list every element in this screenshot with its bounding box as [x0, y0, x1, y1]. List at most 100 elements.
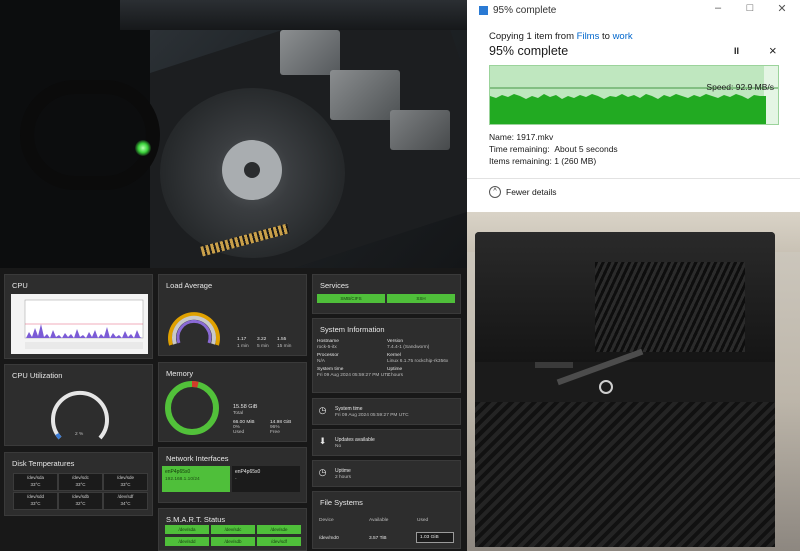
time-remaining-label: Time remaining:	[489, 144, 550, 154]
disk-name: /dev/sdf	[117, 494, 134, 499]
kernel-value: Linux 6.1.75 rockchip-rk356x	[387, 359, 449, 364]
services-card: Services SMB/CIFS SSH	[312, 274, 461, 314]
network-interfaces-card: Network Interfaces enP4p65s0 192.168.1.1…	[158, 447, 307, 503]
memory-free-label: Free	[270, 430, 280, 435]
vent-grille	[595, 262, 745, 352]
interface-name: enP4p65s0	[235, 469, 261, 475]
disk-temp: 34°C	[120, 501, 131, 506]
disk-temp-cell: /dev/sda 33°C	[13, 473, 58, 491]
services-title: Services	[320, 281, 349, 290]
service-badge-smb[interactable]: SMB/CIFS	[317, 294, 385, 303]
usb-port	[535, 362, 573, 368]
chevron-up-icon: ^	[489, 186, 501, 198]
disk-temp: 33°C	[30, 482, 41, 487]
maximize-icon[interactable]: □	[739, 2, 761, 14]
disk-name: /dev/sde	[116, 475, 134, 480]
cancel-button[interactable]: ×	[769, 43, 777, 58]
disk-temp-cell: /dev/sdf 34°C	[103, 492, 148, 510]
fewer-details-button[interactable]: ^ Fewer details	[489, 186, 557, 198]
network-interfaces-title: Network Interfaces	[166, 454, 229, 463]
smart-disk-badge[interactable]: /dev/sda	[165, 525, 209, 534]
copy-summary-to: to	[599, 31, 613, 42]
fs-col-available[interactable]: Available	[369, 518, 388, 523]
window-title: 95% complete	[493, 4, 557, 16]
system-time-label: System time	[317, 367, 344, 372]
copy-icon	[479, 5, 488, 15]
close-window-icon[interactable]: ✕	[771, 2, 793, 15]
throughput-area	[490, 94, 766, 124]
load-average-card: Load Average 1.17 1 min 3.22 5 min 1.55 …	[158, 274, 307, 356]
processor-label: Processor	[317, 353, 339, 358]
memory-used-label: Used	[233, 430, 245, 435]
gauge-fill	[55, 432, 62, 440]
updates-title: Updates available	[335, 437, 375, 443]
file-copy-dialog: 95% complete – □ ✕ Copying 1 item from F…	[467, 0, 800, 212]
nas-photo	[467, 212, 800, 551]
load-5min-label: 5 min	[257, 344, 269, 349]
disk-temp-cell: /dev/sdd 33°C	[13, 492, 58, 510]
updates-card: ⬇ Updates available No	[312, 429, 461, 456]
clock-icon: ◷	[318, 406, 327, 416]
case-top-rail	[120, 0, 467, 30]
disk-temperatures-title: Disk Temperatures	[12, 459, 75, 468]
service-badge-ssh[interactable]: SSH	[387, 294, 455, 303]
fs-available: 3.57 TiB	[369, 536, 387, 541]
speed-label: Speed: 92.9 MB/s	[706, 82, 774, 92]
file-systems-card: File Systems Device Available Used /dev/…	[312, 491, 461, 549]
minimize-icon[interactable]: –	[707, 2, 729, 14]
smart-disk-badge[interactable]: /dev/sdb	[211, 537, 255, 546]
nas-dashboard: CPU CPU Utilization 2 % Disk Temperature…	[0, 268, 467, 551]
cooler-hub-center	[244, 162, 260, 178]
led-light	[135, 140, 151, 156]
load-5min-value: 3.22	[257, 337, 267, 342]
file-name: Name: 1917.mkv	[489, 132, 554, 142]
system-time-value: Fri 09 Aug 2024 05:59:27 PM UTC	[317, 373, 391, 378]
smart-disk-badge[interactable]: /dev/sdd	[165, 537, 209, 546]
divider	[467, 178, 800, 179]
disk-temp: 32°C	[75, 501, 86, 506]
speed-graph: Speed: 92.9 MB/s	[489, 65, 779, 125]
source-link[interactable]: Films	[577, 31, 600, 42]
memory-total-label: Total	[233, 411, 244, 416]
interface-up[interactable]: enP4p65s0 192.168.1.10/24	[162, 466, 230, 492]
smart-disk-badge[interactable]: /dev/sdc	[211, 525, 255, 534]
progress-heading: 95% complete	[489, 44, 569, 58]
copy-summary: Copying 1 item from Films to work	[489, 31, 633, 42]
memory-donut	[165, 381, 219, 435]
time-remaining: Time remaining: About 5 seconds	[489, 144, 618, 154]
system-time-card: ◷ System time Fri 09 Aug 2024 05:59:27 P…	[312, 398, 461, 425]
interface-down[interactable]: enP4p65s0 -	[232, 466, 300, 492]
smart-disk-badge[interactable]: /dev/sde	[257, 525, 301, 534]
nas-case	[475, 232, 775, 547]
disk-name: /dev/sdb	[71, 494, 89, 499]
load-1min-value: 1.17	[237, 337, 247, 342]
load-15min-value: 1.55	[277, 337, 287, 342]
hostname-label: Hostname	[317, 339, 339, 344]
load-1min-label: 1 min	[237, 344, 249, 349]
dialog-titlebar: 95% complete – □ ✕	[467, 0, 800, 20]
smart-disk-badge[interactable]: /dev/sdf	[257, 537, 301, 546]
pause-button[interactable]: II	[734, 46, 739, 56]
version-label: Version	[387, 339, 403, 344]
fs-col-device[interactable]: Device	[319, 518, 334, 523]
cpu-utilization-card: CPU Utilization 2 %	[4, 364, 153, 446]
uptime-card-value: 2 hours	[335, 475, 351, 480]
version-value: 7.4.4-1 (Sandworm)	[387, 345, 430, 350]
disk-name: /dev/sdc	[72, 475, 89, 480]
uptime-label: Uptime	[387, 367, 403, 372]
file-systems-title: File Systems	[320, 498, 363, 507]
front-grille	[475, 402, 775, 547]
motherboard-photo	[0, 0, 467, 268]
disk-temperatures-card: Disk Temperatures /dev/sda 33°C /dev/sdc 3…	[4, 452, 153, 516]
fs-col-used[interactable]: Used	[417, 518, 428, 523]
cable-bundle	[20, 80, 160, 190]
disk-name: /dev/sdd	[26, 494, 44, 499]
load-15min-label: 15 min	[277, 344, 292, 349]
disk-temp: 33°C	[120, 482, 131, 487]
fs-device: /dev/md0	[319, 536, 339, 541]
disk-temp-cell: /dev/sdb 32°C	[58, 492, 103, 510]
destination-link[interactable]: work	[613, 31, 633, 42]
copy-summary-text: Copying 1 item from	[489, 31, 577, 42]
system-time-card-title: System time	[335, 406, 363, 412]
hostname-value: rock-5-itx	[317, 345, 337, 350]
